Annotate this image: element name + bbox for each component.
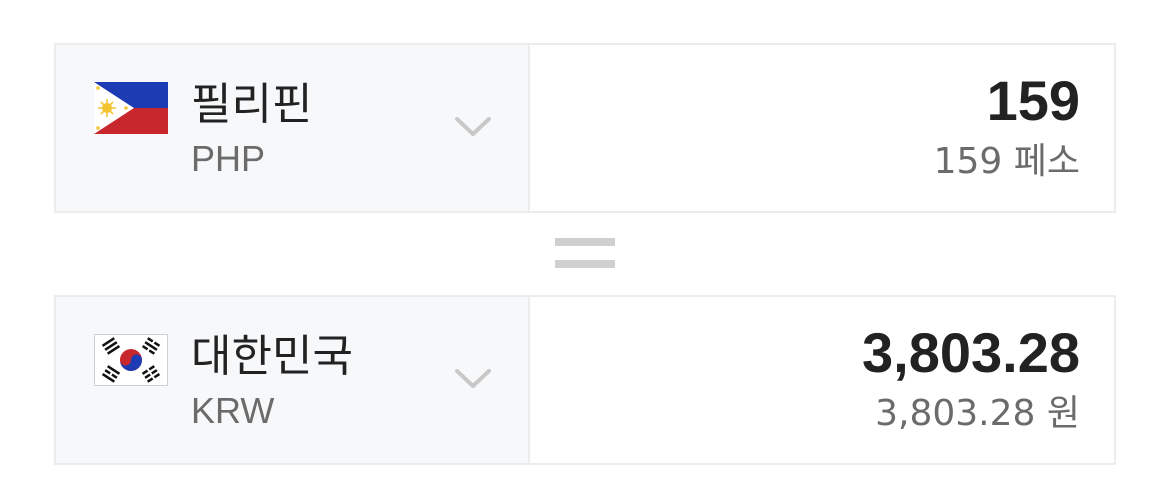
to-amount-text: 3,803.28 원 — [875, 393, 1080, 434]
from-amount-input[interactable]: 159 159 페소 — [530, 45, 1114, 211]
to-currency-card: 대한민국 KRW 3,803.28 3,803.28 원 — [54, 295, 1116, 465]
chevron-down-icon — [455, 117, 491, 136]
to-amount-output[interactable]: 3,803.28 3,803.28 원 — [530, 297, 1114, 463]
from-amount-value: 159 — [986, 69, 1080, 132]
from-amount-text: 159 페소 — [933, 141, 1080, 182]
to-currency-selector[interactable]: 대한민국 KRW — [56, 297, 530, 463]
south-korea-flag-icon — [94, 334, 168, 386]
to-amount-value: 3,803.28 — [862, 321, 1080, 384]
from-currency-code: PHP — [191, 138, 266, 179]
from-country-name: 필리핀 — [191, 79, 313, 130]
to-currency-code: KRW — [191, 390, 275, 431]
chevron-down-icon — [455, 369, 491, 388]
equals-icon — [555, 238, 615, 270]
from-currency-card: 필리핀 PHP 159 159 페소 — [54, 43, 1116, 213]
from-currency-selector[interactable]: 필리핀 PHP — [56, 45, 530, 211]
philippines-flag-icon — [94, 82, 168, 134]
to-country-name: 대한민국 — [191, 331, 353, 382]
